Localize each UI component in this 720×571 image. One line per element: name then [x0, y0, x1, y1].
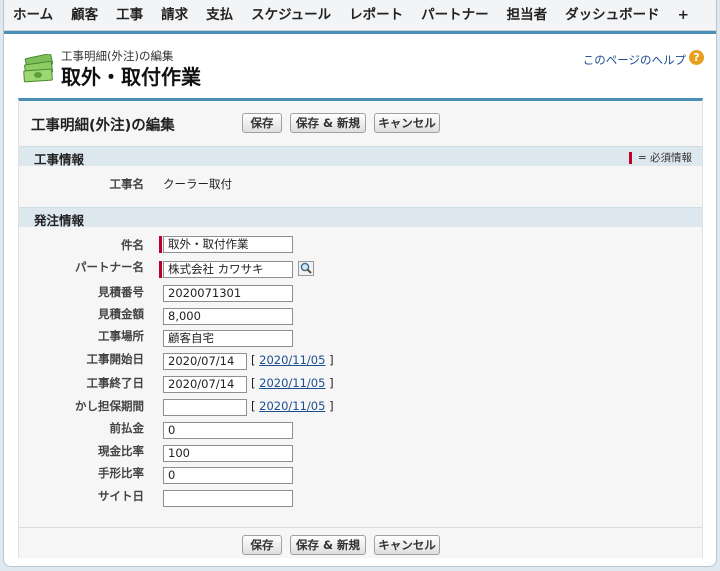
label-work-name: 工事名: [109, 177, 145, 191]
label-subject: 件名: [121, 238, 144, 252]
end-date-today: [ 2020/11/05 ]: [251, 376, 334, 390]
panel-title: 工事明細(外注)の編集: [31, 118, 175, 134]
section-title-work-info: 工事情報: [34, 152, 85, 167]
start-date-today: [ 2020/11/05 ]: [251, 353, 334, 367]
warranty-today-link[interactable]: 2020/11/05: [259, 399, 325, 413]
start-date-input[interactable]: 2020/07/14: [163, 353, 247, 370]
app-frame: ホーム 顧客 工事 請求 支払 スケジュール レポート パートナー 担当者 ダッ…: [3, 0, 717, 567]
nav-tab-staff[interactable]: 担当者: [498, 0, 557, 31]
section-work-info: 工事情報 = 必須情報: [19, 146, 702, 167]
edit-panel: 工事明細(外注)の編集 保存 保存 & 新規 キャンセル 工事情報 = 必須情報…: [18, 98, 703, 558]
start-date-today-link[interactable]: 2020/11/05: [259, 353, 325, 367]
bill-ratio-input[interactable]: 0: [163, 467, 293, 484]
nav-tab-billing[interactable]: 請求: [152, 0, 197, 31]
save-new-button-bottom[interactable]: 保存 & 新規: [290, 535, 366, 555]
nav-tab-home[interactable]: ホーム: [4, 0, 62, 31]
estimate-no-input[interactable]: 2020071301: [163, 285, 293, 302]
footer-divider: [19, 527, 702, 528]
required-legend: = 必須情報: [628, 150, 692, 165]
label-warranty: かし担保期間: [75, 399, 144, 413]
magnifier-lookup-icon[interactable]: [298, 261, 314, 276]
section-order-info: 発注情報: [19, 207, 702, 228]
required-indicator-partner: [159, 261, 162, 278]
nav-tab-more-plus[interactable]: +: [669, 0, 698, 31]
subject-input[interactable]: 取外・取付作業: [163, 236, 293, 253]
site-days-input[interactable]: [163, 490, 293, 507]
required-mark: [628, 152, 632, 164]
label-cash-ratio: 現金比率: [98, 444, 144, 458]
help-question-icon[interactable]: ?: [689, 50, 704, 65]
section-title-order-info: 発注情報: [34, 213, 85, 228]
estimate-amount-input[interactable]: 8,000: [163, 308, 293, 325]
advance-input[interactable]: 0: [163, 422, 293, 439]
cash-ratio-input[interactable]: 100: [163, 445, 293, 462]
label-estimate-no: 見積番号: [98, 285, 144, 299]
nav-tab-payments[interactable]: 支払: [197, 0, 242, 31]
end-date-input[interactable]: 2020/07/14: [163, 376, 247, 393]
cancel-button-top[interactable]: キャンセル: [374, 113, 440, 133]
label-end-date: 工事終了日: [86, 376, 145, 390]
save-button-top[interactable]: 保存: [242, 113, 282, 133]
required-legend-text: = 必須情報: [637, 152, 692, 164]
save-new-button-top[interactable]: 保存 & 新規: [290, 113, 366, 133]
label-bill-ratio: 手形比率: [98, 466, 144, 480]
value-work-name: クーラー取付: [163, 177, 232, 191]
top-nav: ホーム 顧客 工事 請求 支払 スケジュール レポート パートナー 担当者 ダッ…: [4, 0, 716, 31]
work-place-input[interactable]: 顧客自宅: [163, 330, 293, 347]
nav-tab-customers[interactable]: 顧客: [62, 0, 107, 31]
help-link[interactable]: このページのヘルプ: [583, 52, 686, 68]
cancel-button-bottom[interactable]: キャンセル: [374, 535, 440, 555]
nav-tab-works[interactable]: 工事: [107, 0, 152, 31]
label-site-days: サイト日: [98, 489, 144, 503]
end-date-today-link[interactable]: 2020/11/05: [259, 376, 325, 390]
nav-tab-partners[interactable]: パートナー: [412, 0, 498, 31]
page-title: 取外・取付作業: [61, 65, 201, 89]
save-button-bottom[interactable]: 保存: [242, 535, 282, 555]
money-stack-icon: [23, 54, 54, 83]
nav-tab-reports[interactable]: レポート: [340, 0, 412, 31]
label-partner: パートナー名: [75, 260, 144, 274]
partner-input[interactable]: 株式会社 カワサキ: [163, 261, 293, 278]
label-advance: 前払金: [109, 421, 145, 435]
warranty-today: [ 2020/11/05 ]: [251, 399, 334, 413]
nav-accent-bar: [4, 31, 716, 34]
nav-tab-schedule[interactable]: スケジュール: [242, 0, 340, 31]
label-estimate-amount: 見積金額: [98, 307, 144, 321]
required-indicator-subject: [159, 236, 162, 253]
warranty-input[interactable]: [163, 399, 247, 416]
label-work-place: 工事場所: [98, 329, 144, 343]
label-start-date: 工事開始日: [86, 352, 145, 366]
nav-tab-dashboard[interactable]: ダッシュボード: [556, 0, 669, 31]
